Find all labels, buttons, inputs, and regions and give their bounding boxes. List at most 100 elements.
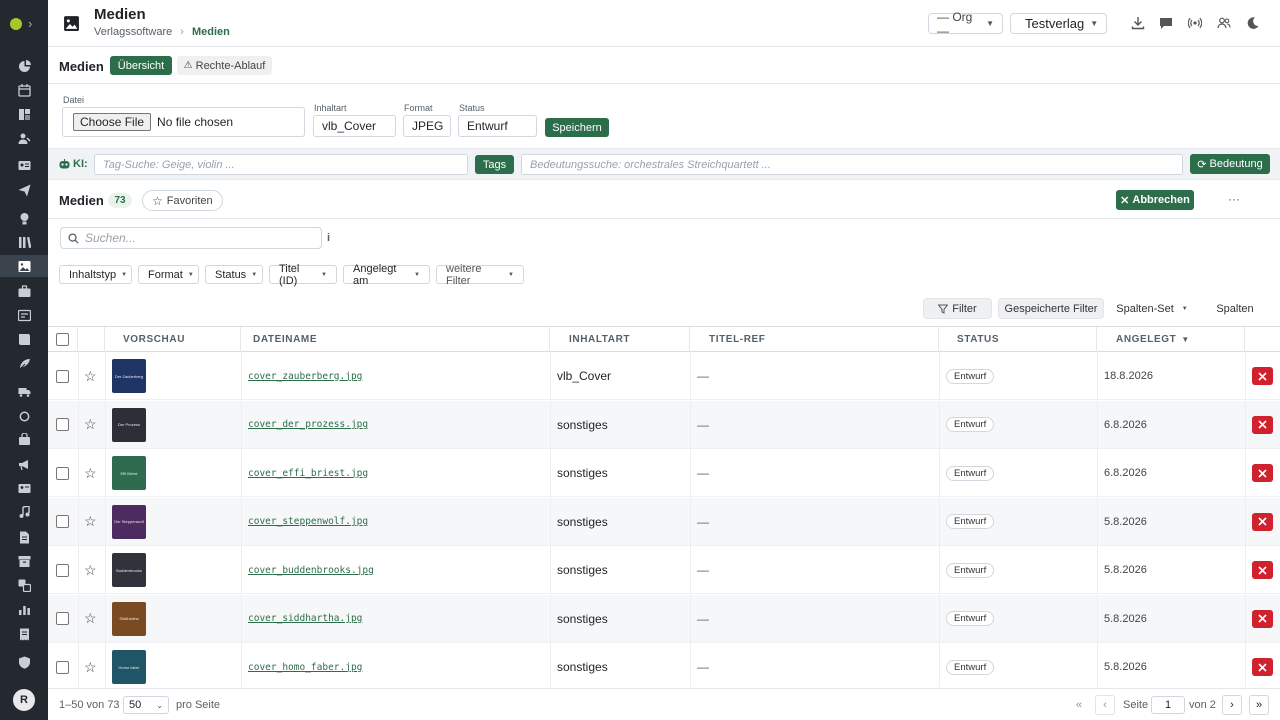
cover-thumbnail[interactable]: Der Zauberberg (112, 359, 146, 393)
delete-button[interactable] (1252, 609, 1273, 628)
sidebar-item-id-card[interactable] (0, 477, 48, 499)
table-row[interactable]: ☆ Homo faber cover_homo_faber.jpg sonstiges… (48, 643, 1280, 687)
filename-link[interactable]: cover_effi_briest.jpg (248, 468, 368, 479)
star-icon[interactable]: ☆ (84, 595, 97, 643)
delete-button[interactable] (1252, 415, 1273, 434)
sidebar-item-kanban[interactable] (0, 103, 48, 125)
cover-thumbnail[interactable]: Siddhartha (112, 601, 146, 636)
meaning-search-input[interactable]: Bedeutungssuche: orchestrales Streichqua… (521, 154, 1183, 175)
last-page-button[interactable]: » (1249, 695, 1269, 715)
table-row[interactable]: ☆ Der Steppenwolf cover_steppenwolf.jpg son… (48, 497, 1280, 546)
table-row[interactable]: ☆ Der Zauberberg cover_zauberberg.jpg vlb_C… (48, 352, 1280, 400)
filename-link[interactable]: cover_buddenbrooks.jpg (248, 565, 374, 576)
star-icon[interactable]: ☆ (84, 401, 97, 449)
cover-thumbnail[interactable]: Effi Briest (112, 456, 146, 490)
select-all-checkbox[interactable] (56, 333, 69, 346)
row-checkbox[interactable] (56, 563, 69, 577)
sidebar-item-layout[interactable] (0, 304, 48, 326)
breadcrumb-root[interactable]: Verlagssoftware (94, 26, 172, 38)
sidebar-item-shield[interactable] (0, 651, 48, 673)
filter-chip-6[interactable]: weitere Filter ▼ (436, 263, 524, 287)
broadcast-icon[interactable] (1188, 16, 1202, 30)
column-status[interactable]: STATUS (939, 327, 1097, 352)
sidebar-item-feather[interactable] (0, 353, 48, 375)
more-options-button[interactable]: ··· (1228, 192, 1240, 206)
row-checkbox[interactable] (56, 515, 69, 528)
cancel-button[interactable]: ✕ Abbrechen (1116, 190, 1194, 210)
table-row[interactable]: ☆ Der Prozess cover_der_prozess.jpg sonstig… (48, 400, 1280, 449)
sidebar-item-music[interactable] (0, 501, 48, 523)
cover-thumbnail[interactable]: Buddenbrooks (112, 553, 146, 587)
file-input[interactable]: Choose File No file chosen (62, 107, 305, 137)
moon-icon[interactable] (1246, 16, 1260, 30)
tags-button[interactable]: Tags (475, 155, 514, 174)
row-checkbox[interactable] (56, 612, 69, 625)
sidebar-item-archive[interactable] (0, 550, 48, 572)
sidebar-item-translate[interactable] (0, 574, 48, 596)
saved-filters-button[interactable]: Gespeicherte Filter (998, 298, 1104, 319)
delete-button[interactable] (1252, 658, 1273, 676)
filter-chip-3[interactable]: Status ▼ (205, 265, 263, 284)
star-icon[interactable]: ☆ (84, 449, 97, 497)
next-page-button[interactable]: › (1222, 695, 1242, 715)
save-button[interactable]: Speichern (545, 118, 609, 137)
sidebar-item-calendar[interactable] (0, 79, 48, 101)
sidebar-item-dashboard[interactable] (0, 55, 48, 77)
sidebar-item-chart[interactable] (0, 598, 48, 620)
format-select[interactable]: JPEG (403, 115, 451, 137)
sidebar-item-megaphone[interactable] (0, 453, 48, 475)
sidebar-item-circle[interactable] (0, 405, 48, 427)
column-title-ref[interactable]: TITEL-REF (690, 327, 939, 352)
sidebar-item-contacts[interactable] (0, 154, 48, 176)
filter-button[interactable]: Filter (923, 298, 992, 319)
page-number-input[interactable]: 1 (1151, 696, 1185, 714)
filename-link[interactable]: cover_zauberberg.jpg (248, 371, 362, 382)
tag-search-input[interactable]: Tag-Suche: Geige, violin ... (94, 154, 468, 175)
tab-overview[interactable]: Übersicht (110, 56, 172, 75)
sidebar-item-library[interactable] (0, 231, 48, 253)
choose-file-button[interactable]: Choose File (73, 113, 152, 131)
sidebar-item-book[interactable] (0, 328, 48, 350)
column-preview[interactable]: VORSCHAU (105, 327, 241, 352)
filter-chip-5[interactable]: Angelegt am ▼ (343, 263, 430, 287)
filename-link[interactable]: cover_steppenwolf.jpg (248, 516, 368, 527)
filename-link[interactable]: cover_der_prozess.jpg (248, 419, 368, 430)
org-select[interactable]: — Org — ▼ (928, 10, 1003, 38)
status-select[interactable]: Entwurf (458, 115, 537, 137)
cover-thumbnail[interactable]: Homo faber (112, 650, 146, 684)
column-content-type[interactable]: INHALTART (550, 327, 690, 352)
columns-button[interactable]: Spalten (1210, 298, 1260, 319)
delete-button[interactable] (1252, 367, 1273, 385)
table-row[interactable]: ☆ Buddenbrooks cover_buddenbrooks.jpg sonst… (48, 546, 1280, 594)
download-icon[interactable] (1131, 16, 1145, 30)
cover-thumbnail[interactable]: Der Prozess (112, 407, 146, 442)
filename-link[interactable]: cover_siddhartha.jpg (248, 613, 362, 624)
team-icon[interactable] (1217, 16, 1231, 30)
sidebar-item-briefcase[interactable] (0, 280, 48, 302)
sidebar-item-file[interactable] (0, 526, 48, 548)
cover-thumbnail[interactable]: Der Steppenwolf (112, 504, 146, 539)
filter-chip-2[interactable]: Format ▼ (138, 265, 199, 284)
publisher-select[interactable]: Testverlag ▼ (1010, 13, 1107, 34)
user-avatar[interactable]: R (13, 689, 35, 711)
prev-page-button[interactable]: ‹ (1095, 695, 1115, 715)
row-checkbox[interactable] (56, 660, 69, 674)
sidebar-item-lightbulb[interactable] (0, 207, 48, 229)
filter-chip-1[interactable]: Inhaltstyp ▼ (59, 265, 132, 284)
table-row[interactable]: ☆ Siddhartha cover_siddhartha.jpg sonstiges… (48, 594, 1280, 643)
app-logo[interactable]: › (8, 14, 40, 34)
star-icon[interactable]: ☆ (84, 498, 97, 546)
column-created[interactable]: ANGELEGT ▼ (1097, 327, 1245, 352)
meaning-search-button[interactable]: ⟳ Bedeutung (1190, 154, 1270, 174)
info-icon[interactable]: i (327, 232, 330, 244)
delete-button[interactable] (1252, 464, 1273, 482)
column-set-select[interactable]: Spalten-Set ▼ (1112, 298, 1192, 319)
sidebar-item-receipt[interactable] (0, 623, 48, 645)
star-icon[interactable]: ☆ (84, 352, 97, 400)
filter-chip-4[interactable]: Titel (ID) ▼ (269, 263, 337, 287)
column-filename[interactable]: DATEINAME (241, 327, 550, 352)
first-page-button[interactable]: « (1069, 695, 1089, 715)
table-row[interactable]: ☆ Effi Briest cover_effi_briest.jpg sonstig… (48, 449, 1280, 497)
filename-link[interactable]: cover_homo_faber.jpg (248, 662, 362, 673)
favorites-button[interactable]: ☆ Favoriten (142, 190, 223, 211)
